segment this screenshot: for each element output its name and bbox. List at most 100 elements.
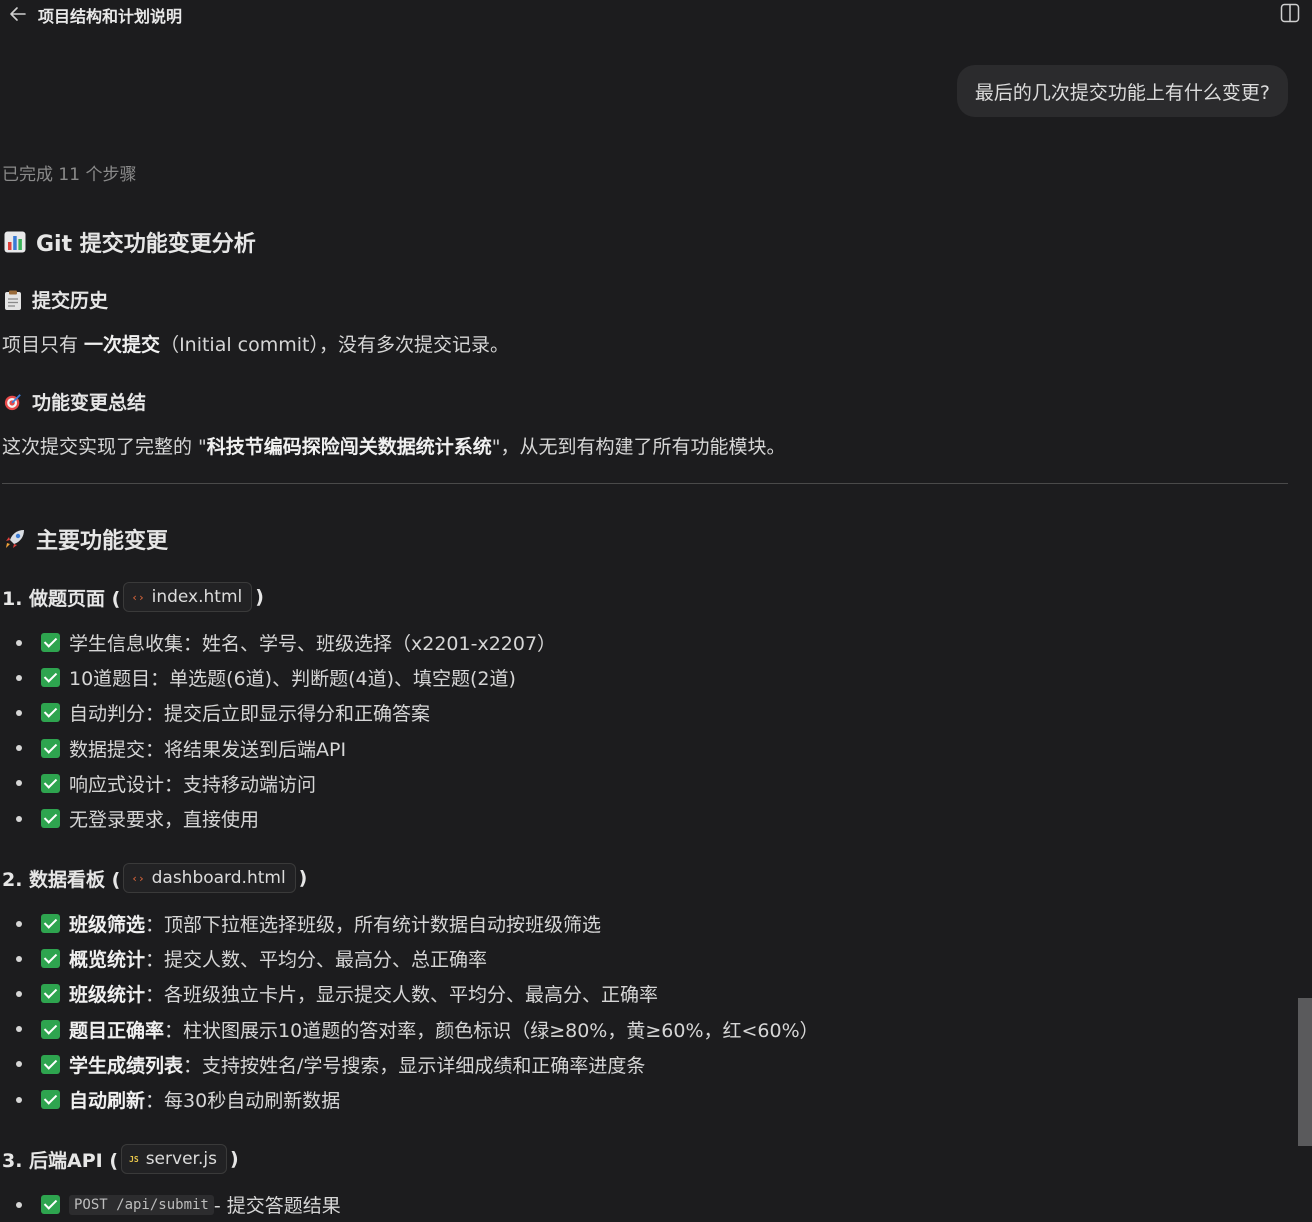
feature-label: 概览统计 bbox=[69, 949, 146, 972]
dashboard-feature-list: 班级筛选 ：顶部下拉框选择班级，所有统计数据自动按班级筛选 概览统计 ：提交人数、平均… bbox=[0, 906, 819, 1117]
inline-code: POST /api/submit bbox=[69, 1194, 214, 1215]
user-message-bubble: 最后的几次提交功能上有什么变更? bbox=[956, 65, 1288, 117]
file-chip-label: index.html bbox=[151, 587, 243, 607]
feature-text: - 提交答题结果 bbox=[213, 1195, 341, 1218]
feature-label: 学生成绩列表 bbox=[69, 1054, 184, 1077]
bullet-point bbox=[16, 1096, 22, 1103]
file-chip-server-js[interactable]: JS server.js bbox=[121, 1144, 227, 1174]
summary-text-post: "，从无到有构建了所有功能模块。 bbox=[491, 436, 786, 458]
bullet-point bbox=[16, 815, 22, 822]
section-3-close: ) bbox=[229, 1148, 239, 1170]
check-mark-icon bbox=[41, 1019, 60, 1039]
feature-text: 学生信息收集：姓名、学号、班级选择（x2201-x2207） bbox=[69, 633, 557, 656]
feature-text: 无登录要求，直接使用 bbox=[69, 809, 260, 832]
history-text-pre: 项目只有 bbox=[2, 334, 85, 356]
summary-paragraph: 这次提交实现了完整的 "科技节编码探险闯关数据统计系统"，从无到有构建了所有功能… bbox=[2, 432, 786, 459]
feature-list-item: 学生信息收集：姓名、学号、班级选择（x2201-x2207） bbox=[0, 625, 556, 660]
check-mark-icon bbox=[41, 703, 60, 723]
backend-api-feature-list: POST /api/submit - 提交答题结果 bbox=[0, 1187, 341, 1222]
section-title-backend-api: 3. 后端API ( JS server.js ) bbox=[2, 1144, 239, 1174]
analysis-heading: Git 提交功能变更分析 bbox=[4, 226, 256, 258]
check-mark-icon bbox=[41, 668, 60, 688]
feature-label: 题目正确率 bbox=[69, 1019, 165, 1042]
feature-text: ：柱状图展示10道题的答对率，颜色标识（绿≥80%，黄≥60%，红<60%） bbox=[164, 1019, 819, 1042]
feature-list-item: POST /api/submit - 提交答题结果 bbox=[0, 1187, 341, 1222]
feature-text: 数据提交：将结果发送到后端API bbox=[69, 738, 347, 761]
bullet-point bbox=[16, 920, 22, 927]
check-mark-icon bbox=[41, 949, 60, 969]
file-chip-label: server.js bbox=[145, 1149, 217, 1169]
feature-list-item: 响应式设计：支持移动端访问 bbox=[0, 766, 556, 801]
feature-label: 班级筛选 bbox=[69, 914, 146, 937]
history-text-bold: 一次提交 bbox=[84, 334, 161, 356]
check-mark-icon bbox=[41, 1195, 60, 1215]
bullet-point bbox=[16, 1061, 22, 1068]
feature-list-item: 自动判分：提交后立即显示得分和正确答案 bbox=[0, 695, 556, 730]
feature-text: ：顶部下拉框选择班级，所有统计数据自动按班级筛选 bbox=[145, 914, 602, 937]
conversation-title: 项目结构和计划说明 bbox=[38, 7, 183, 26]
feature-list-item: 数据提交：将结果发送到后端API bbox=[0, 731, 556, 766]
js-file-icon: JS bbox=[129, 1154, 139, 1164]
summary-text-pre: 这次提交实现了完整的 " bbox=[2, 436, 207, 458]
main-changes-title: 主要功能变更 bbox=[36, 529, 169, 554]
history-text-post: （Initial commit），没有多次提交记录。 bbox=[160, 334, 509, 356]
check-mark-icon bbox=[41, 914, 60, 934]
back-arrow-icon[interactable] bbox=[8, 4, 28, 24]
target-icon bbox=[4, 393, 21, 410]
feature-text: 10道题目：单选题(6道)、判断题(4道)、填空题(2道) bbox=[69, 668, 516, 691]
check-mark-icon bbox=[41, 1054, 60, 1074]
steps-completed-status[interactable]: 已完成 11 个步骤 bbox=[2, 160, 136, 185]
file-chip-dashboard-html[interactable]: ‹› dashboard.html bbox=[123, 863, 296, 893]
html-file-icon: ‹› bbox=[131, 590, 145, 604]
divider bbox=[2, 483, 1288, 484]
feature-list-item: 题目正确率 ：柱状图展示10道题的答对率，颜色标识（绿≥80%，黄≥60%，红<6… bbox=[0, 1012, 819, 1047]
check-mark-icon bbox=[41, 773, 60, 793]
feature-list-item: 概览统计 ：提交人数、平均分、最高分、总正确率 bbox=[0, 941, 819, 976]
history-heading-text: 提交历史 bbox=[32, 290, 109, 312]
file-chip-index-html[interactable]: ‹› index.html bbox=[123, 582, 253, 612]
section-2-label: 2. 数据看板 ( bbox=[2, 868, 121, 891]
bullet-point bbox=[16, 1201, 22, 1208]
main-changes-heading: 主要功能变更 bbox=[4, 523, 168, 555]
feature-text: ：各班级独立卡片，显示提交人数、平均分、最高分、正确率 bbox=[145, 984, 659, 1007]
section-2-close: ) bbox=[298, 867, 308, 889]
section-3-label: 3. 后端API ( bbox=[2, 1149, 119, 1172]
top-bar: 项目结构和计划说明 bbox=[0, 0, 1312, 30]
feature-label: 班级统计 bbox=[69, 984, 146, 1007]
bullet-point bbox=[16, 674, 22, 681]
feature-list-item: 班级筛选 ：顶部下拉框选择班级，所有统计数据自动按班级筛选 bbox=[0, 906, 819, 941]
html-file-icon: ‹› bbox=[131, 871, 145, 885]
clipboard-icon bbox=[5, 290, 21, 310]
feature-text: ：支持按姓名/学号搜索，显示详细成绩和正确率进度条 bbox=[183, 1054, 646, 1077]
analysis-title: Git 提交功能变更分析 bbox=[36, 232, 256, 257]
check-mark-icon bbox=[41, 633, 60, 653]
file-chip-label: dashboard.html bbox=[151, 868, 286, 888]
section-title-dashboard: 2. 数据看板 ( ‹› dashboard.html ) bbox=[2, 863, 307, 893]
rocket-icon bbox=[6, 530, 24, 548]
feature-list-item: 10道题目：单选题(6道)、判断题(4道)、填空题(2道) bbox=[0, 660, 556, 695]
summary-text-bold: 科技节编码探险闯关数据统计系统 bbox=[206, 436, 492, 458]
summary-heading-text: 功能变更总结 bbox=[32, 392, 147, 414]
feature-list-item: 无登录要求，直接使用 bbox=[0, 801, 556, 836]
check-mark-icon bbox=[41, 738, 60, 758]
scrollbar-thumb[interactable] bbox=[1298, 998, 1312, 1146]
quiz-page-feature-list: 学生信息收集：姓名、学号、班级选择（x2201-x2207） 10道题目：单选题(… bbox=[0, 625, 556, 836]
check-mark-icon bbox=[41, 984, 60, 1004]
bullet-point bbox=[16, 639, 22, 646]
bar-chart-icon bbox=[4, 231, 26, 253]
bullet-point bbox=[16, 745, 22, 752]
bullet-point bbox=[16, 955, 22, 962]
check-mark-icon bbox=[41, 809, 60, 829]
bullet-point bbox=[16, 990, 22, 997]
bullet-point bbox=[16, 1026, 22, 1033]
feature-label: 自动刷新 bbox=[69, 1090, 146, 1113]
section-1-close: ) bbox=[255, 586, 264, 608]
summary-heading: 功能变更总结 bbox=[4, 388, 146, 415]
feature-list-item: 班级统计 ：各班级独立卡片，显示提交人数、平均分、最高分、正确率 bbox=[0, 976, 819, 1011]
history-paragraph: 项目只有 一次提交（Initial commit），没有多次提交记录。 bbox=[2, 330, 509, 357]
toggle-panel-icon[interactable] bbox=[1280, 3, 1300, 23]
section-1-label: 1. 做题页面 ( bbox=[2, 587, 121, 610]
feature-text: ：每30秒自动刷新数据 bbox=[145, 1090, 341, 1113]
feature-list-item: 学生成绩列表 ：支持按姓名/学号搜索，显示详细成绩和正确率进度条 bbox=[0, 1047, 819, 1082]
user-message-text: 最后的几次提交功能上有什么变更? bbox=[974, 81, 1270, 104]
